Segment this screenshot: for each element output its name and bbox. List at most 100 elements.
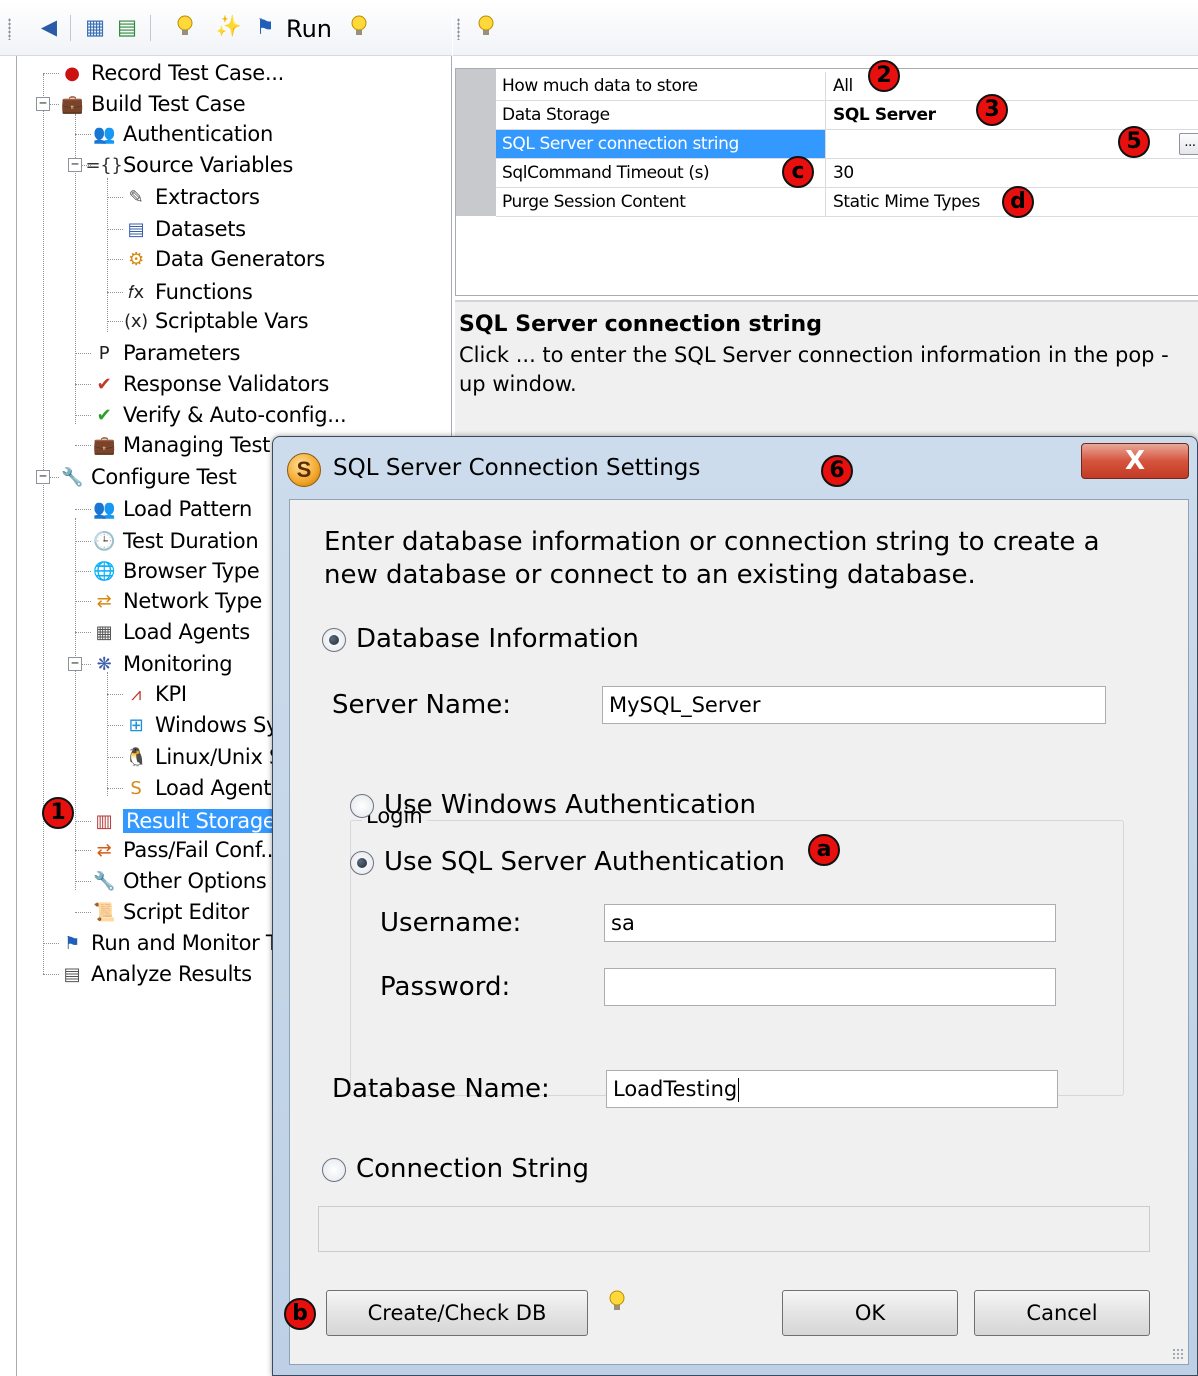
tree-item[interactable]: ⩘ KPI (123, 679, 187, 709)
folder-icon: 💼 (92, 434, 116, 456)
ok-button[interactable]: OK (782, 1290, 958, 1336)
property-row-data-storage[interactable]: Data Storage SQL Server (496, 101, 1198, 130)
database-name-input[interactable]: LoadTesting (606, 1070, 1058, 1108)
cancel-button[interactable]: Cancel (974, 1290, 1150, 1336)
tree-item[interactable]: ▤ Analyze Results (59, 959, 252, 989)
pass-fail-icon: ⇄ (96, 839, 112, 861)
tree-item-label: Other Options (123, 869, 267, 893)
right-toolbar (453, 0, 1198, 56)
help-description: Click ... to enter the SQL Server connec… (459, 343, 1169, 396)
connection-string-radio[interactable] (322, 1158, 346, 1182)
tree-expander[interactable]: − (68, 158, 82, 172)
tree-item[interactable]: ⚙ Data Generators (123, 244, 325, 274)
tree-item[interactable]: 𝑓x Functions (123, 277, 253, 307)
tree-item-label: Load Agents (155, 776, 282, 800)
lightbulb-icon[interactable] (172, 14, 198, 40)
tree-connector-line (43, 943, 59, 944)
database-name-value: LoadTesting (613, 1077, 738, 1101)
lightbulb-icon[interactable] (608, 1290, 626, 1319)
wand-icon[interactable]: ✨ (216, 14, 242, 40)
tree-item[interactable]: 👥 Load Pattern (91, 494, 252, 524)
property-name: SqlCommand Timeout (s) (496, 159, 826, 187)
tree-item[interactable]: 🌐 Browser Type (91, 556, 260, 586)
tree-item[interactable]: 👥 Authentication (91, 119, 273, 149)
tree-item[interactable]: ✔ Response Validators (91, 369, 330, 399)
tree-expander[interactable]: − (68, 657, 82, 671)
tree-connector-line (75, 881, 91, 882)
tree-item-label: Test Duration (123, 529, 259, 553)
dialog-title: SQL Server Connection Settings (333, 455, 701, 481)
tree-item[interactable]: ={} Source Variables (85, 150, 293, 180)
windows-auth-radio[interactable] (350, 794, 374, 818)
resize-grip[interactable] (1172, 1348, 1184, 1360)
database-info-radio[interactable] (322, 628, 346, 652)
tree-item[interactable]: ▤ Datasets (123, 214, 246, 244)
tree-item[interactable]: ⇄ Pass/Fail Conf... (91, 835, 280, 865)
tree-connector-line (75, 821, 91, 822)
sql-auth-radio[interactable] (350, 851, 374, 875)
property-row-connection-string[interactable]: SQL Server connection string ... (496, 130, 1198, 159)
analyze-icon: ▤ (63, 963, 81, 985)
server-name-label: Server Name: (332, 690, 511, 720)
grid-view-icon[interactable]: ▦ (82, 14, 108, 40)
property-value[interactable]: SQL Server (827, 101, 1198, 129)
run-button[interactable]: Run (286, 15, 332, 43)
ellipsis-button[interactable]: ... (1179, 133, 1198, 155)
tree-item-label: KPI (155, 682, 187, 706)
tree-item[interactable]: ⇄ Network Type (91, 586, 263, 616)
tree-item[interactable]: 💼 Build Test Case (59, 89, 246, 119)
toolbar-grip[interactable] (457, 18, 460, 40)
password-input[interactable] (604, 968, 1056, 1006)
left-toolbar: ◀ ▦ ▤ ✨ ⚑ Run (0, 0, 452, 56)
tree-item-label: Scriptable Vars (155, 309, 309, 333)
tree-item[interactable]: 🔧 Other Options (91, 866, 267, 896)
tree-item[interactable]: ▥ Result Storage (91, 806, 279, 836)
lightbulb-icon[interactable] (473, 14, 499, 40)
tree-item[interactable]: S Load Agents (123, 773, 282, 803)
dialog-intro-text: Enter database information or connection… (324, 527, 1100, 590)
property-help-panel: SQL Server connection string Click ... t… (455, 300, 1198, 440)
sql-auth-label[interactable]: Use SQL Server Authentication (384, 847, 785, 877)
tree-item[interactable]: 🔧 Configure Test (59, 462, 237, 492)
tree-item[interactable]: ✔ Verify & Auto-config... (91, 400, 347, 430)
property-row-purge-session[interactable]: Purge Session Content Static Mime Types (496, 188, 1198, 217)
pen-icon: ✎ (128, 186, 144, 208)
tree-item-label: Datasets (155, 217, 246, 241)
flag-icon[interactable]: ⚑ (252, 14, 278, 40)
lightbulb-icon[interactable] (346, 14, 372, 40)
tree-item[interactable]: ✎ Extractors (123, 182, 260, 212)
property-grid: How much data to store All Data Storage … (455, 68, 1198, 296)
create-check-db-button[interactable]: Create/Check DB (326, 1290, 588, 1336)
username-input[interactable]: sa (604, 904, 1056, 942)
tree-expander[interactable]: − (36, 97, 50, 111)
connection-string-input[interactable] (318, 1206, 1150, 1252)
property-row-command-timeout[interactable]: SqlCommand Timeout (s) 30 (496, 159, 1198, 188)
tree-item-label: Result Storage (123, 809, 279, 833)
tree-item[interactable]: (x) Scriptable Vars (123, 306, 308, 336)
tree-item[interactable]: ⚑ Run and Monitor Test (59, 928, 306, 958)
connection-string-label[interactable]: Connection String (356, 1154, 589, 1184)
database-info-label[interactable]: Database Information (356, 624, 639, 654)
tree-item[interactable]: ❋ Monitoring (91, 649, 233, 679)
property-value[interactable]: 30 (827, 159, 1198, 187)
tree-connector-line (107, 321, 123, 322)
tree-item[interactable]: ● Record Test Case... (59, 58, 284, 88)
windows-auth-label[interactable]: Use Windows Authentication (384, 790, 756, 820)
check-icon: ✔ (96, 404, 112, 426)
validator-icon: ✔ (96, 373, 112, 395)
callout-badge-b: b (284, 1298, 316, 1330)
callout-badge-3: 3 (976, 94, 1008, 126)
server-name-input[interactable]: MySQL_Server (602, 686, 1106, 724)
back-icon[interactable]: ◀ (36, 14, 62, 40)
list-view-icon[interactable]: ▤ (114, 14, 140, 40)
property-row-data-amount[interactable]: How much data to store All (496, 72, 1198, 101)
tree-item[interactable]: 📜 Script Editor (91, 897, 249, 927)
tree-item[interactable]: P Parameters (91, 338, 241, 368)
parameter-icon: P (98, 342, 110, 364)
app-logo-icon: S (287, 453, 321, 487)
tree-item[interactable]: 🕒 Test Duration (91, 526, 259, 556)
close-button[interactable]: X (1081, 443, 1189, 479)
tree-expander[interactable]: − (36, 470, 50, 484)
tree-item[interactable]: ▦ Load Agents (91, 617, 251, 647)
toolbar-grip[interactable] (8, 18, 11, 40)
